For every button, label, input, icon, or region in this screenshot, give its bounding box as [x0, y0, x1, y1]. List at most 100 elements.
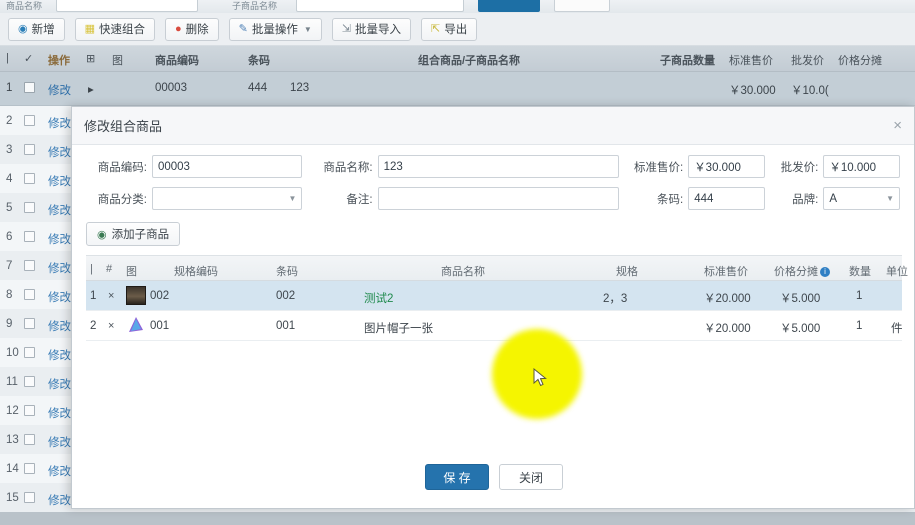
delete-button[interactable]: ● 删除 [165, 17, 219, 41]
row-index: 10 [6, 347, 19, 359]
product-name-input[interactable]: 123 [377, 155, 619, 178]
row-checkbox[interactable] [24, 231, 35, 242]
export-icon: ⇱ [431, 22, 441, 35]
barcode-input[interactable]: 444 [688, 187, 765, 210]
chevron-down-icon: ▼ [303, 24, 312, 34]
grid-header-check[interactable]: ✓ [24, 52, 33, 65]
row-edit-link[interactable]: 修改 [48, 318, 71, 334]
photo-thumbnail-icon[interactable] [126, 286, 146, 305]
reset-button[interactable] [554, 0, 610, 12]
table-row[interactable]: 1 修改 ▸ 00003 444 123 ￥30.000 ￥10.0( [0, 72, 915, 106]
row-checkbox[interactable] [24, 347, 35, 358]
batch-import-button[interactable]: ⇲ 批量导入 [331, 17, 412, 41]
plus-circle-icon: ◉ [97, 228, 107, 241]
row-edit-link[interactable]: 修改 [48, 173, 71, 189]
row-edit-link[interactable]: 修改 [48, 492, 71, 508]
row-checkbox[interactable] [24, 405, 35, 416]
category-label: 商品分类: [97, 193, 147, 206]
grid-header-share: 价格分摊 [838, 55, 882, 67]
row-qty[interactable]: 1 [856, 290, 862, 302]
row-checkbox[interactable] [24, 115, 35, 126]
row1-edit-link[interactable]: 修改 [48, 82, 71, 98]
row-name: 测试2 [364, 293, 394, 305]
import-icon: ⇲ [341, 22, 352, 35]
search-button[interactable] [478, 0, 540, 12]
row-edit-link[interactable]: 修改 [48, 376, 71, 392]
remove-row-icon[interactable]: × [108, 290, 114, 302]
row-edit-link[interactable]: 修改 [48, 434, 71, 450]
dialog-title: 修改组合商品 [84, 119, 163, 134]
row1-expand-icon[interactable]: ▸ [88, 82, 94, 96]
sub-header-hash: # [106, 263, 113, 275]
row1-barcode: 444 [248, 82, 268, 94]
row-checkbox[interactable] [24, 376, 35, 387]
row-edit-link[interactable]: 修改 [48, 144, 71, 160]
row-index: 4 [6, 173, 13, 185]
form-row-2: 商品分类: ▼ 备注: 条码: 444 品牌: A ▼ [86, 187, 900, 210]
row-edit-link[interactable]: 修改 [48, 231, 71, 247]
save-button[interactable]: 保 存 [425, 464, 489, 490]
product-code-label: 商品编码: [97, 161, 147, 174]
row-checkbox[interactable] [24, 318, 35, 329]
row1-checkbox[interactable] [24, 82, 35, 93]
minus-circle-icon: ● [175, 22, 182, 35]
mouse-cursor-icon [533, 368, 547, 387]
row-edit-link[interactable]: 修改 [48, 260, 71, 276]
row1-name: 123 [290, 82, 310, 94]
row-checkbox[interactable] [24, 202, 35, 213]
row1-code: 00003 [155, 82, 187, 94]
row-edit-link[interactable]: 修改 [48, 347, 71, 363]
product-code-input[interactable]: 00003 [151, 155, 303, 178]
grid-header-wholesale: 批发价 [791, 55, 824, 67]
row-edit-link[interactable]: 修改 [48, 202, 71, 218]
sub-grid-header: | # 图 规格编码 条码 商品名称 规格 标准售价 价格分摊 i 数量 单位 [86, 255, 908, 281]
grid-header-index: | [6, 52, 9, 64]
app-root: 商品名称 子商品名称 ◉ 新增 ▦ 快速组合 ● 删除 ✎ 批量操作 ▼ ⇲ 批… [0, 0, 915, 525]
hat-thumbnail-icon[interactable] [126, 316, 146, 335]
sub-product-row[interactable]: 2 × 001 001 图片帽子一张 ￥20.000 ￥5.000 1 件 [86, 311, 903, 341]
category-select[interactable]: ▼ [151, 187, 303, 210]
row-price: ￥20.000 [704, 323, 751, 335]
remove-row-icon[interactable]: × [108, 320, 114, 332]
grid-header-code: 商品编码 [155, 55, 199, 67]
wholesale-price-input[interactable]: ￥10.000 [823, 155, 900, 178]
batch-operation-button[interactable]: ✎ 批量操作 ▼ [228, 17, 322, 41]
search-input-product-name[interactable] [56, 0, 198, 12]
row-checkbox[interactable] [24, 434, 35, 445]
bottom-strip [0, 512, 915, 525]
export-button[interactable]: ⇱ 导出 [421, 17, 478, 41]
row-index: 14 [6, 463, 19, 475]
close-button[interactable]: 关闭 [499, 464, 563, 490]
new-button[interactable]: ◉ 新增 [8, 17, 65, 41]
search-input-sub-name[interactable] [296, 0, 464, 12]
sub-header-qty: 数量 [849, 266, 871, 278]
quick-combine-button[interactable]: ▦ 快速组合 [74, 17, 156, 41]
edit-icon: ✎ [238, 22, 248, 35]
row-checkbox[interactable] [24, 144, 35, 155]
row-checkbox[interactable] [24, 492, 35, 503]
grid-header-image: 图 [112, 55, 123, 67]
sub-header-price: 标准售价 [704, 266, 748, 278]
brand-select[interactable]: A ▼ [823, 187, 900, 210]
standard-price-label: 标准售价: [633, 161, 684, 174]
sub-product-row[interactable]: 1 × 002 002 测试2 2，3 ￥20.000 ￥5.000 1 [86, 281, 902, 311]
row-index: 2 [6, 115, 13, 127]
close-icon[interactable]: × [893, 118, 902, 133]
row-qty[interactable]: 1 [856, 320, 862, 332]
row-barcode: 001 [276, 320, 296, 332]
row-checkbox[interactable] [24, 173, 35, 184]
row-checkbox[interactable] [24, 260, 35, 271]
remark-input[interactable] [377, 187, 619, 210]
row-edit-link[interactable]: 修改 [48, 289, 71, 305]
row-checkbox[interactable] [24, 463, 35, 474]
row-edit-link[interactable]: 修改 [48, 115, 71, 131]
row-index: 7 [6, 260, 13, 272]
info-icon[interactable]: i [820, 267, 830, 277]
standard-price-input[interactable]: ￥30.000 [688, 155, 765, 178]
add-sub-product-button[interactable]: ◉ 添加子商品 [86, 222, 181, 246]
grid-header-expand: ⊞ [86, 53, 96, 65]
row-edit-link[interactable]: 修改 [48, 405, 71, 421]
row1-index: 1 [6, 82, 13, 94]
row-checkbox[interactable] [24, 289, 35, 300]
row-edit-link[interactable]: 修改 [48, 463, 71, 479]
